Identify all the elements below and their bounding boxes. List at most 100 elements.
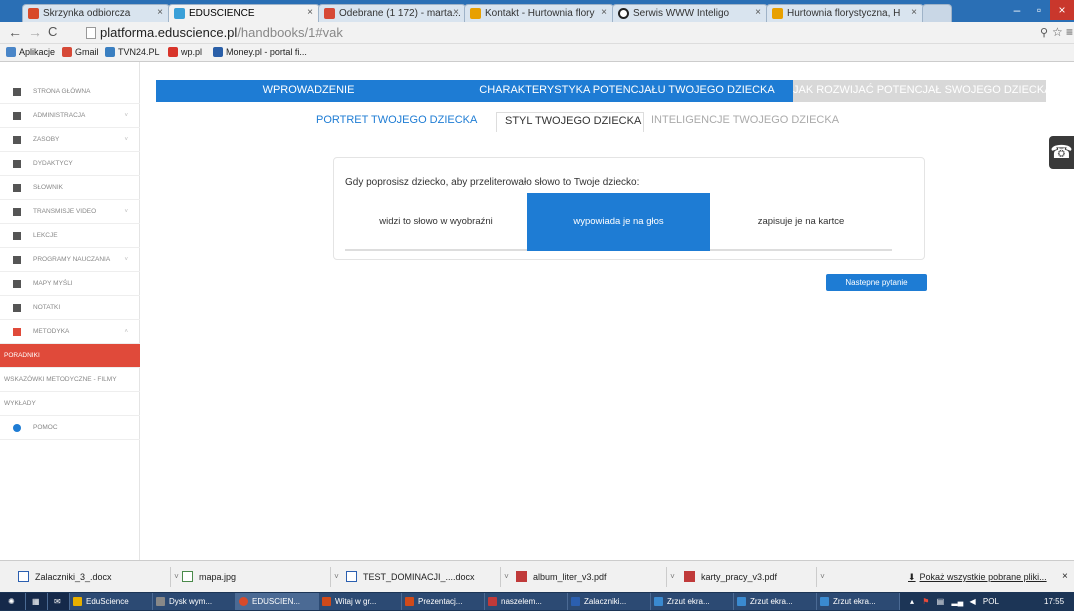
subtab-intelligences[interactable]: INTELIGENCJE TWOJEGO DZIECKA	[651, 112, 861, 132]
taskbar-label: Witaj w gr...	[335, 597, 377, 606]
menu-icon[interactable]: ≡	[1066, 25, 1073, 39]
download-item[interactable]: karty_pracy_v3.pdf ˅	[684, 567, 825, 589]
sidebar-item-notes[interactable]: NOTATKI	[0, 296, 140, 320]
close-tab-icon[interactable]: ×	[755, 7, 761, 18]
language-indicator[interactable]: POL	[983, 597, 999, 606]
reload-icon[interactable]: C	[48, 24, 57, 39]
browser-tab-active[interactable]: EDUSCIENCE ×	[168, 4, 320, 22]
browser-tab[interactable]: Kontakt - Hurtownia flory ×	[464, 4, 614, 22]
sidebar-item-help[interactable]: POMOC	[0, 416, 140, 440]
download-item[interactable]: Zalaczniki_3_.docx ˅	[18, 567, 179, 589]
show-all-downloads-link[interactable]: ⬇ Pokaż wszystkie pobrane pliki...	[908, 567, 1047, 589]
bookmark-gmail[interactable]: Gmail	[62, 47, 99, 57]
browser-tab[interactable]: Odebrane (1 172) - marta... ×	[318, 4, 466, 22]
next-question-button[interactable]: Nastepne pytanie	[826, 274, 927, 291]
close-tab-icon[interactable]: ×	[157, 7, 163, 18]
close-downloads-icon[interactable]: ×	[1062, 567, 1068, 589]
taskbar-item[interactable]: Zalaczniki...	[568, 593, 651, 610]
close-tab-icon[interactable]: ×	[307, 7, 313, 18]
sidebar-item-programs[interactable]: PROGRAMY NAUCZANIA ˅	[0, 248, 140, 272]
url-field[interactable]: platforma.eduscience.pl/handbooks/1#vak	[84, 24, 1034, 42]
chevron-down-icon: ˅	[124, 257, 128, 263]
image-icon	[737, 597, 746, 606]
tray-arrow-icon[interactable]: ▴	[910, 597, 914, 606]
sidebar-item-home[interactable]: STRONA GŁÓWNA	[0, 80, 140, 104]
chevron-down-icon[interactable]: ˅	[500, 567, 512, 587]
taskbar-item[interactable]: naszelem...	[485, 593, 568, 610]
taskbar-item[interactable]: Zrzut ekra...	[734, 593, 817, 610]
bookmark-wp[interactable]: wp.pl	[168, 47, 202, 57]
sidebar-item-dictionary[interactable]: SŁOWNIK	[0, 176, 140, 200]
browser-tab[interactable]: Skrzynka odbiorcza ×	[22, 4, 170, 22]
sidebar-item-label: LEKCJE	[33, 232, 58, 239]
address-bar: ← → C platforma.eduscience.pl/handbooks/…	[0, 22, 1074, 44]
chevron-down-icon[interactable]: ˅	[666, 567, 678, 587]
tab-introduction[interactable]: WPROWADZENIE	[156, 80, 461, 102]
taskbar-label: Zrzut ekra...	[750, 597, 793, 606]
maximize-icon[interactable]: ▫	[1028, 0, 1050, 20]
download-item[interactable]: mapa.jpg ˅	[182, 567, 339, 589]
taskbar-item[interactable]: Prezentacj...	[402, 593, 485, 610]
system-tray: ▴ ⚑ ▤ ▂▄ ◀ POL	[906, 593, 1026, 610]
book-icon	[13, 328, 21, 336]
flag-icon[interactable]: ⚑	[922, 597, 929, 606]
bookmark-tvn24[interactable]: TVN24.PL	[105, 47, 160, 57]
signal-icon[interactable]: ▂▄	[951, 597, 963, 606]
bookmarks-bar: Aplikacje Gmail TVN24.PL wp.pl Money.pl …	[0, 44, 1074, 62]
close-tab-icon[interactable]: ×	[453, 7, 459, 18]
network-icon[interactable]: ▤	[937, 597, 945, 606]
sidebar-item-methodology[interactable]: METODYKA ˄	[0, 320, 140, 344]
sidebar-item-didactics[interactable]: DYDAKTYCY	[0, 152, 140, 176]
taskbar-item[interactable]: Witaj w gr...	[319, 593, 402, 610]
browser-tab-label: EDUSCIENCE	[189, 8, 255, 19]
sidebar-item-guides[interactable]: PORADNIKI	[0, 344, 140, 368]
taskbar-item[interactable]: EduScience	[70, 593, 153, 610]
answer-option-say-aloud[interactable]: wypowiada je na głos	[527, 193, 710, 251]
forward-icon[interactable]: →	[28, 24, 42, 40]
taskbar-item[interactable]: Zrzut ekra...	[817, 593, 900, 610]
question-text: Gdy poprosisz dziecko, aby przeliterował…	[345, 177, 640, 188]
subtab-portrait[interactable]: PORTRET TWOJEGO DZIECKA	[316, 112, 494, 132]
sidebar-item-video[interactable]: TRANSMISJE VIDEO ˅	[0, 200, 140, 224]
chevron-down-icon[interactable]: ˅	[330, 567, 342, 587]
back-icon[interactable]: ←	[8, 24, 22, 40]
sidebar-item-mindmaps[interactable]: MAPY MYŚLI	[0, 272, 140, 296]
minimize-icon[interactable]: –	[1006, 0, 1028, 20]
taskbar-item[interactable]: Zrzut ekra...	[651, 593, 734, 610]
close-tab-icon[interactable]: ×	[911, 7, 917, 18]
sidebar-item-lectures[interactable]: WYKŁADY	[0, 392, 140, 416]
chevron-down-icon[interactable]: ˅	[816, 567, 828, 587]
taskbar-label: EDUSCIEN...	[252, 597, 301, 606]
new-tab-button[interactable]	[922, 4, 952, 22]
sidebar-item-lessons[interactable]: LEKCJE	[0, 224, 140, 248]
clock[interactable]: 17:55	[1040, 593, 1074, 610]
tab-development[interactable]: JAK ROZWIJAĆ POTENCJAŁ SWOJEGO DZIECKA?	[793, 80, 1058, 102]
close-window-icon[interactable]: ×	[1050, 0, 1074, 20]
chevron-down-icon[interactable]: ˅	[170, 567, 182, 587]
zoom-icon[interactable]: ⚲	[1040, 26, 1048, 39]
tvn24-icon	[105, 47, 115, 57]
sidebar-item-films[interactable]: WSKAZÓWKI METODYCZNE - FILMY	[0, 368, 140, 392]
sitemap-icon	[13, 280, 21, 288]
mail-icon[interactable]: ✉	[48, 593, 70, 610]
browser-tab[interactable]: Hurtownia florystyczna, H ×	[766, 4, 924, 22]
taskbar-item[interactable]: Dysk wym...	[153, 593, 236, 610]
volume-icon[interactable]: ◀	[970, 597, 976, 606]
start-button[interactable]: ✺	[0, 593, 26, 610]
tab-characteristics[interactable]: CHARAKTERYSTYKA POTENCJAŁU TWOJEGO DZIEC…	[461, 80, 793, 102]
phone-icon[interactable]: ☎	[1049, 136, 1074, 169]
browser-tab[interactable]: Serwis WWW Inteligo ×	[612, 4, 768, 22]
close-tab-icon[interactable]: ×	[601, 7, 607, 18]
answer-option-imagine[interactable]: widzi to słowo w wyobraźni	[345, 193, 527, 251]
bookmark-money[interactable]: Money.pl - portal fi...	[213, 47, 307, 57]
taskbar-item-active[interactable]: EDUSCIEN...	[236, 593, 319, 610]
answer-option-write[interactable]: zapisuje je na kartce	[710, 193, 892, 251]
bookmark-apps[interactable]: Aplikacje	[6, 47, 55, 57]
star-icon[interactable]: ☆	[1052, 25, 1063, 39]
download-item[interactable]: album_liter_v3.pdf ˅	[516, 567, 675, 589]
subtab-style-active[interactable]: STYL TWOJEGO DZIECKA	[496, 112, 644, 132]
windows-store-icon[interactable]: ▦	[26, 593, 48, 610]
sidebar-item-admin[interactable]: ADMINISTRACJA ˅	[0, 104, 140, 128]
download-item[interactable]: TEST_DOMINACJI_....docx ˅	[346, 567, 509, 589]
sidebar-item-resources[interactable]: ZASOBY ˅	[0, 128, 140, 152]
